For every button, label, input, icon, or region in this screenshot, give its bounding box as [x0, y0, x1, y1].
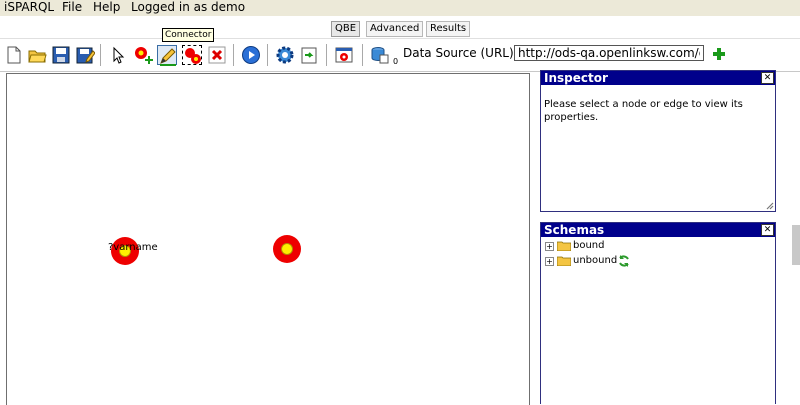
data-source-input[interactable]: [514, 45, 704, 61]
close-icon[interactable]: ✕: [761, 72, 774, 84]
run-icon[interactable]: [241, 45, 261, 65]
graph-node[interactable]: [273, 235, 301, 263]
node-center: [281, 243, 293, 255]
file-menu[interactable]: File: [62, 0, 82, 14]
dataset-icon[interactable]: [370, 45, 390, 65]
user-status: Logged in as demo: [131, 0, 246, 14]
view-results-icon[interactable]: [334, 45, 354, 65]
folder-icon: [557, 241, 571, 251]
schema-label: bound: [573, 240, 605, 251]
dataset-count: 0: [393, 57, 399, 66]
schemas-title: Schemas: [544, 223, 605, 237]
node-label: ?varname: [108, 242, 158, 253]
inspector-message: Please select a node or edge to view its…: [544, 99, 743, 123]
view-tabs: QBE Advanced Results: [0, 16, 800, 38]
inspector-header: Inspector ✕: [541, 71, 775, 85]
tab-advanced[interactable]: Advanced: [366, 21, 424, 37]
help-menu[interactable]: Help: [93, 0, 120, 14]
save-as-icon[interactable]: [75, 45, 95, 65]
delete-icon[interactable]: [207, 45, 227, 65]
toolbar-separator: [233, 44, 234, 66]
add-source-icon[interactable]: [712, 47, 726, 61]
pointer-icon[interactable]: [108, 45, 128, 65]
folder-icon: [557, 256, 571, 266]
refresh-icon[interactable]: [617, 254, 631, 268]
pencil-icon[interactable]: [157, 45, 177, 66]
toolbar-separator: [100, 44, 101, 66]
close-icon[interactable]: ✕: [761, 224, 774, 236]
inspector-title: Inspector: [544, 71, 608, 85]
connector-tooltip: Connector: [162, 28, 215, 42]
data-source-label: Data Source (URL):: [403, 46, 518, 60]
toolbar-separator: [326, 44, 327, 66]
connector-icon[interactable]: [182, 45, 202, 65]
schemas-panel: Schemas ✕ + bound + unbound: [540, 222, 776, 404]
toolbar-separator: [267, 44, 268, 66]
expand-icon[interactable]: +: [545, 257, 554, 266]
tab-qbe[interactable]: QBE: [331, 21, 361, 37]
menu-bar: iSPARQL File Help Logged in as demo: [0, 0, 800, 17]
expand-icon[interactable]: +: [545, 242, 554, 251]
new-document-icon[interactable]: [4, 45, 24, 65]
schema-label: unbound: [573, 255, 618, 266]
query-canvas[interactable]: ?varname: [6, 73, 530, 405]
resize-grip-icon[interactable]: [764, 200, 774, 210]
schemas-header: Schemas ✕: [541, 223, 775, 237]
window-scrollbar[interactable]: [792, 225, 800, 265]
add-node-icon[interactable]: [133, 45, 153, 65]
app-menu[interactable]: iSPARQL: [4, 0, 54, 14]
import-icon[interactable]: [299, 45, 319, 65]
save-icon[interactable]: [51, 45, 71, 65]
tab-results[interactable]: Results: [426, 21, 471, 37]
settings-icon[interactable]: [275, 45, 295, 65]
open-folder-icon[interactable]: [27, 45, 47, 65]
inspector-panel: Inspector ✕ Please select a node or edge…: [540, 70, 776, 212]
toolbar-separator: [362, 44, 363, 66]
